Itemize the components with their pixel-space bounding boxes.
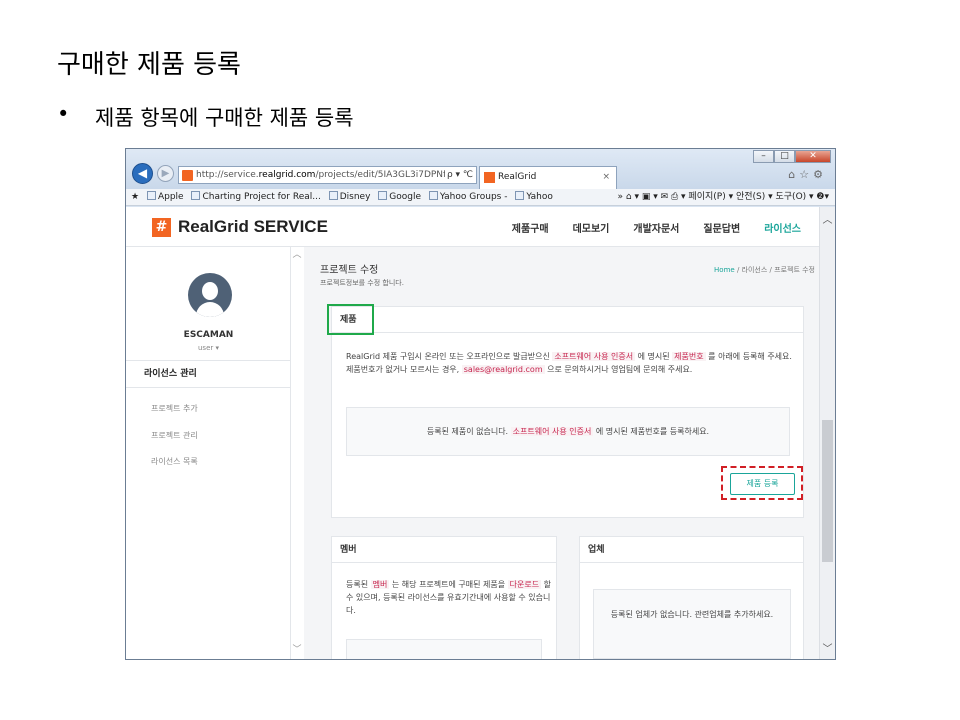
main-content: 프로젝트 수정 프로젝트정보를 수정 합니다. Home / 라이선스 / 프로… bbox=[304, 247, 819, 659]
user-role-dropdown[interactable]: user ▾ bbox=[126, 344, 291, 352]
maximize-button[interactable]: □ bbox=[774, 150, 795, 163]
slide-bullet: • 제품 항목에 구매한 제품 등록 bbox=[57, 102, 354, 132]
breadcrumb-home[interactable]: Home bbox=[714, 266, 735, 274]
no-company-notice: 등록된 업체가 없습니다. 관련업체를 추가하세요. bbox=[593, 589, 791, 659]
favorite-item[interactable]: Charting Project for Real... bbox=[191, 189, 321, 205]
site-favicon-icon bbox=[182, 170, 193, 181]
minimize-button[interactable]: – bbox=[753, 150, 774, 163]
address-controls[interactable]: ρ ▾ ℃ bbox=[444, 167, 473, 183]
address-prefix: http://service. bbox=[196, 170, 259, 180]
site-logo[interactable]: # RealGrid SERVICE bbox=[152, 217, 328, 237]
slide-title: 구매한 제품 등록 bbox=[57, 50, 241, 80]
favorite-item[interactable]: Yahoo bbox=[515, 189, 553, 205]
address-host: realgrid.com bbox=[258, 170, 316, 180]
member-list-box bbox=[346, 639, 542, 659]
window-controls: – □ ✕ bbox=[753, 150, 831, 163]
nav-item-qna[interactable]: 질문답변 bbox=[703, 220, 740, 235]
highlight-product-title bbox=[327, 304, 374, 335]
favorites-bar: ★ Apple Charting Project for Real... Dis… bbox=[126, 189, 835, 206]
bullet-dot: • bbox=[57, 102, 70, 126]
highlight-register-button bbox=[721, 466, 803, 500]
sidebar-scroll-down-icon[interactable]: ﹀ bbox=[291, 642, 303, 655]
breadcrumb: Home / 라이선스 / 프로젝트 수정 bbox=[714, 265, 815, 275]
command-bar[interactable]: » ⌂ ▾ ▣ ▾ ✉ ⎙ ▾ 페이지(P) ▾ 안전(S) ▾ 도구(O) ▾… bbox=[611, 189, 829, 205]
web-page: # RealGrid SERVICE 제품구매 데모보기 개발자문서 질문답변 … bbox=[126, 207, 819, 659]
sidebar-scroll-up-icon[interactable]: ︿ bbox=[291, 247, 303, 260]
favorite-item[interactable]: Apple bbox=[146, 189, 184, 205]
home-star-gear-icons[interactable]: ⌂☆⚙ bbox=[788, 168, 827, 181]
breadcrumb-level1[interactable]: 라이선스 bbox=[742, 266, 768, 274]
sidebar-item-manage-project[interactable]: 프로젝트 관리 bbox=[151, 430, 198, 441]
company-panel-title: 업체 bbox=[580, 537, 803, 563]
logo-text: RealGrid SERVICE bbox=[178, 217, 328, 236]
tab-close-icon[interactable]: × bbox=[602, 167, 610, 187]
bullet-text: 제품 항목에 구매한 제품 등록 bbox=[95, 106, 354, 130]
page-subtitle: 프로젝트정보를 수정 합니다. bbox=[320, 279, 404, 287]
scroll-thumb[interactable] bbox=[822, 420, 833, 562]
sidebar-item-license-list[interactable]: 라이선스 목록 bbox=[151, 456, 198, 467]
sidebar-section-title: 라이선스 관리 bbox=[126, 360, 290, 388]
sidebar-item-add-project[interactable]: 프로젝트 추가 bbox=[151, 403, 198, 414]
site-header: # RealGrid SERVICE 제품구매 데모보기 개발자문서 질문답변 … bbox=[126, 207, 819, 247]
back-button[interactable]: ◀ bbox=[132, 163, 153, 184]
browser-window: – □ ✕ ◀ ▶ http://service.realgrid.com/pr… bbox=[125, 148, 836, 660]
member-panel-title: 멤버 bbox=[332, 537, 556, 563]
page-title: 프로젝트 수정 bbox=[320, 265, 379, 276]
favorite-item[interactable]: Disney bbox=[328, 189, 370, 205]
nav-item-demo[interactable]: 데모보기 bbox=[573, 220, 610, 235]
breadcrumb-level2: 프로젝트 수정 bbox=[774, 266, 815, 274]
forward-button[interactable]: ▶ bbox=[157, 165, 174, 182]
nav-item-docs[interactable]: 개발자문서 bbox=[633, 220, 679, 235]
no-product-notice: 등록된 제품이 없습니다. 소프트웨어 사용 인증서 에 명시된 제품번호를 등… bbox=[346, 407, 790, 456]
browser-tab[interactable]: RealGrid × bbox=[479, 166, 617, 189]
top-navigation: 제품구매 데모보기 개발자문서 질문답변 라이선스 bbox=[488, 220, 801, 235]
address-bar[interactable]: http://service.realgrid.com/projects/edi… bbox=[178, 166, 477, 184]
tab-favicon-icon bbox=[484, 172, 495, 183]
member-description: 등록된 멤버 는 해당 프로젝트에 구매된 제품을 다운로드 할 수 있으며, … bbox=[346, 580, 552, 615]
scroll-up-icon[interactable]: ︿ bbox=[820, 211, 835, 226]
sidebar-scrollbar[interactable]: ︿ ﹀ bbox=[291, 247, 303, 659]
sidebar: ESCAMAN user ▾ 라이선스 관리 프로젝트 추가 프로젝트 관리 라… bbox=[126, 247, 291, 659]
avatar bbox=[188, 273, 232, 317]
logo-hash-icon: # bbox=[152, 217, 171, 237]
sales-email-link[interactable]: sales@realgrid.com bbox=[461, 365, 545, 374]
favorite-item[interactable]: Google bbox=[378, 189, 421, 205]
page-scrollbar[interactable]: ︿ ﹀ bbox=[819, 207, 835, 659]
nav-item-license[interactable]: 라이선스 bbox=[764, 220, 801, 235]
close-window-button[interactable]: ✕ bbox=[795, 150, 831, 163]
browser-titlebar: – □ ✕ ◀ ▶ http://service.realgrid.com/pr… bbox=[126, 149, 835, 189]
user-name: ESCAMAN bbox=[183, 330, 234, 340]
company-panel: 업체 등록된 업체가 없습니다. 관련업체를 추가하세요. bbox=[579, 536, 804, 659]
breadcrumb-separator: / bbox=[736, 266, 740, 274]
product-description: RealGrid 제품 구입시 온라인 또는 오프라인으로 발급받으신 소프트웨… bbox=[346, 352, 792, 374]
scroll-down-icon[interactable]: ﹀ bbox=[820, 640, 835, 655]
favorites-star-icon[interactable]: ★ bbox=[131, 189, 139, 205]
nav-item-purchase[interactable]: 제품구매 bbox=[512, 220, 549, 235]
product-panel-title: 제품 bbox=[332, 307, 803, 333]
member-panel: 멤버 등록된 멤버 는 해당 프로젝트에 구매된 제품을 다운로드 할 수 있으… bbox=[331, 536, 557, 659]
tab-title: RealGrid bbox=[498, 172, 537, 182]
favorite-item[interactable]: Yahoo Groups - bbox=[428, 189, 507, 205]
breadcrumb-separator: / bbox=[769, 266, 772, 274]
